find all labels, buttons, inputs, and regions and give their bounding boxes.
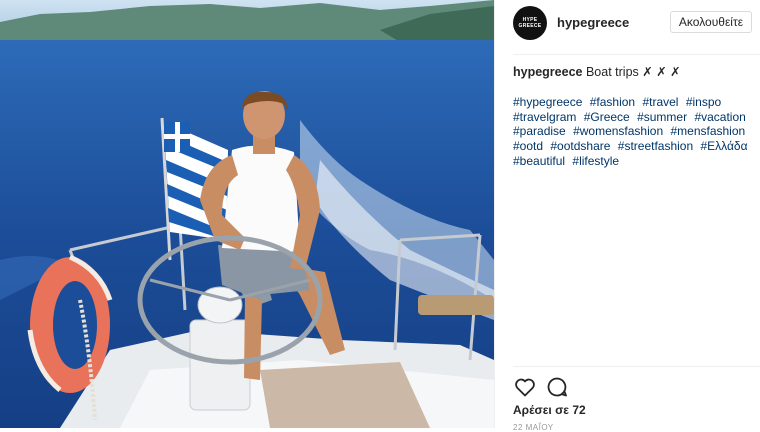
- post-photo-image: [0, 0, 494, 428]
- hashtag-link[interactable]: #Greece: [584, 110, 630, 124]
- hashtag-link[interactable]: #hypegreece: [513, 95, 582, 109]
- hashtag-link[interactable]: #lifestyle: [572, 154, 619, 168]
- hashtag-link[interactable]: #travel: [642, 95, 678, 109]
- avatar[interactable]: HYPE GREECE: [513, 6, 547, 40]
- caption-username[interactable]: hypegreece: [513, 65, 582, 79]
- hashtag-link[interactable]: #ootd: [513, 139, 543, 153]
- hashtag-link[interactable]: #streetfashion: [618, 139, 693, 153]
- hashtag-link[interactable]: #summer: [637, 110, 687, 124]
- hashtag-link[interactable]: #mensfashion: [670, 124, 745, 138]
- following-button[interactable]: Ακολουθείτε: [670, 11, 752, 33]
- username-link[interactable]: hypegreece: [557, 15, 629, 30]
- hashtag-link[interactable]: #Ελλάδα: [701, 139, 748, 153]
- actions-divider: [513, 366, 760, 367]
- post-header: HYPE GREECE hypegreece Ακολουθείτε: [495, 0, 760, 44]
- header-divider: [513, 54, 760, 55]
- avatar-logo: HYPE GREECE: [518, 17, 542, 29]
- heart-icon[interactable]: [513, 375, 537, 399]
- hashtag-link[interactable]: #inspo: [686, 95, 721, 109]
- hashtag-link[interactable]: #vacation: [694, 110, 745, 124]
- hashtag-link[interactable]: #paradise: [513, 124, 566, 138]
- post-caption: hypegreece Boat trips ✗ ✗ ✗: [513, 64, 753, 80]
- post-side-panel: HYPE GREECE hypegreece Ακολουθείτε hypeg…: [494, 0, 760, 432]
- hashtag-link[interactable]: #travelgram: [513, 110, 576, 124]
- hashtag-link[interactable]: #womensfashion: [573, 124, 663, 138]
- post-photo[interactable]: [0, 0, 494, 428]
- comment-icon[interactable]: [545, 375, 569, 399]
- caption-text: Boat trips ✗ ✗ ✗: [585, 65, 681, 79]
- hashtag-link[interactable]: #beautiful: [513, 154, 565, 168]
- hashtag-link[interactable]: #ootdshare: [550, 139, 610, 153]
- likes-count[interactable]: Αρέσει σε 72: [513, 403, 586, 417]
- hashtag-link[interactable]: #fashion: [590, 95, 635, 109]
- hashtag-list: #hypegreece #fashion #travel #inspo #tra…: [513, 95, 757, 169]
